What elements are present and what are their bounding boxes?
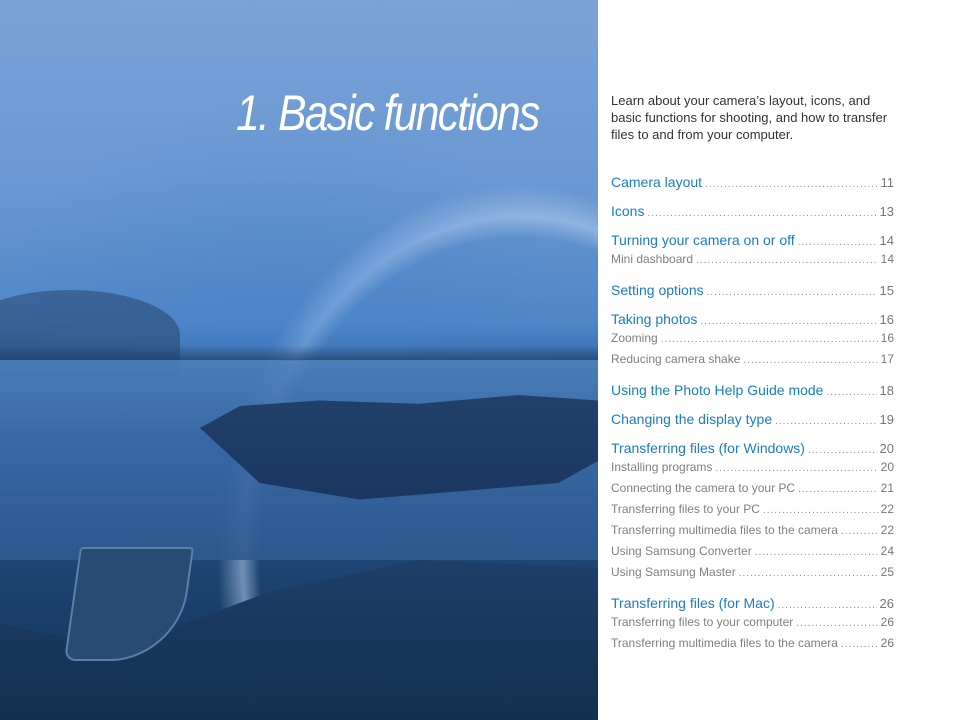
toc-subentry-page: 26 [880,636,894,650]
toc-subentry[interactable]: Transferring multimedia files to the cam… [611,523,894,544]
toc-group: Using the Photo Help Guide mode 18 [611,382,894,402]
toc-subentry[interactable]: Mini dashboard 14 [611,252,894,273]
toc-subentry-label: Installing programs [611,460,713,474]
toc-subentry-page: 25 [880,565,894,579]
toc-subentry-label: Mini dashboard [611,252,694,266]
leader-dots [696,255,878,266]
toc-entry-label: Icons [611,203,645,219]
toc-subentry-page: 20 [880,460,894,474]
toc-entry[interactable]: Changing the display type 19 [611,411,894,431]
toc-entry-page: 20 [879,441,894,456]
toc-subentry-label: Transferring multimedia files to the cam… [611,523,838,537]
toc-subentry-label: Connecting the camera to your PC [611,481,796,495]
table-of-contents: Camera layout 11 Icons 13 Turning your c… [611,174,894,666]
toc-subentry-label: Using Samsung Master [611,565,736,579]
toc-entry[interactable]: Transferring files (for Windows) 20 [611,440,894,460]
toc-subentry[interactable]: Using Samsung Master 25 [611,565,894,586]
toc-group: Transferring files (for Windows) 20 Inst… [611,440,894,586]
toc-group: Turning your camera on or off 14 Mini da… [611,232,894,273]
toc-subentry[interactable]: Using Samsung Converter 24 [611,544,894,565]
treeline [0,345,598,361]
toc-entry-page: 13 [879,204,894,219]
toc-entry-page: 16 [879,312,894,327]
leader-dots [707,287,877,298]
leader-dots [798,484,878,495]
toc-entry-label: Setting options [611,282,704,298]
toc-subentry[interactable]: Transferring files to your computer 26 [611,615,894,636]
leader-dots [743,355,877,366]
toc-entry[interactable]: Icons 13 [611,203,894,223]
toc-subentry-label: Transferring files to your PC [611,502,760,516]
toc-entry-page: 26 [879,596,894,611]
toc-subentry-page: 21 [880,481,894,495]
toc-entry-page: 15 [879,283,894,298]
toc-entry[interactable]: Using the Photo Help Guide mode 18 [611,382,894,402]
leader-dots [808,445,877,456]
leader-dots [841,639,878,650]
toc-subentry[interactable]: Reducing camera shake 17 [611,352,894,373]
toc-subentry-page: 14 [880,252,894,266]
toc-subentry-page: 16 [880,331,894,345]
toc-subentry-page: 22 [880,502,894,516]
leader-dots [755,547,878,558]
toc-group: Transferring files (for Mac) 26 Transfer… [611,595,894,657]
leader-dots [775,416,876,427]
toc-group: Taking photos 16 Zooming 16 Reducing cam… [611,311,894,373]
toc-subentry[interactable]: Installing programs 20 [611,460,894,481]
toc-subentry-label: Using Samsung Converter [611,544,752,558]
toc-entry-label: Changing the display type [611,411,773,427]
toc-subentry[interactable]: Zooming 16 [611,331,894,352]
toc-subentry[interactable]: Transferring multimedia files to the cam… [611,636,894,657]
toc-subentry-page: 24 [880,544,894,558]
leader-dots [796,618,877,629]
toc-subentry-page: 22 [880,523,894,537]
toc-subentry-page: 17 [880,352,894,366]
toc-subentry-label: Zooming [611,331,658,345]
leader-dots [778,600,877,611]
leader-dots [798,237,877,248]
toc-subentry[interactable]: Connecting the camera to your PC 21 [611,481,894,502]
toc-group: Changing the display type 19 [611,411,894,431]
toc-subentry-label: Reducing camera shake [611,352,741,366]
toc-entry[interactable]: Taking photos 16 [611,311,894,331]
leader-dots [841,526,878,537]
leader-dots [647,208,876,219]
toc-entry-page: 11 [880,175,895,190]
toc-subentry-label: Transferring multimedia files to the cam… [611,636,838,650]
toc-entry-label: Transferring files (for Mac) [611,595,775,611]
leader-dots [826,387,876,398]
leader-dots [705,179,877,190]
toc-group: Setting options 15 [611,282,894,302]
leader-dots [661,334,878,345]
leader-dots [739,568,878,579]
toc-entry[interactable]: Transferring files (for Mac) 26 [611,595,894,615]
toc-subentry-label: Transferring files to your computer [611,615,794,629]
chapter-intro: Learn about your camera’s layout, icons,… [611,93,888,142]
leader-dots [700,316,876,327]
toc-entry[interactable]: Turning your camera on or off 14 [611,232,894,252]
toc-group: Icons 13 [611,203,894,223]
toc-entry[interactable]: Setting options 15 [611,282,894,302]
toc-entry-label: Transferring files (for Windows) [611,440,805,456]
toc-entry-label: Camera layout [611,174,703,190]
toc-entry-label: Taking photos [611,311,698,327]
toc-entry-label: Turning your camera on or off [611,232,795,248]
chapter-title: 1. Basic functions [236,85,540,141]
toc-entry[interactable]: Camera layout 11 [611,174,894,194]
toc-subentry[interactable]: Transferring files to your PC 22 [611,502,894,523]
toc-entry-page: 19 [879,412,894,427]
toc-entry-page: 18 [879,383,894,398]
leader-dots [715,463,877,474]
toc-entry-label: Using the Photo Help Guide mode [611,382,824,398]
toc-group: Camera layout 11 [611,174,894,194]
leader-dots [763,505,878,516]
toc-subentry-page: 26 [880,615,894,629]
toc-entry-page: 14 [879,233,894,248]
